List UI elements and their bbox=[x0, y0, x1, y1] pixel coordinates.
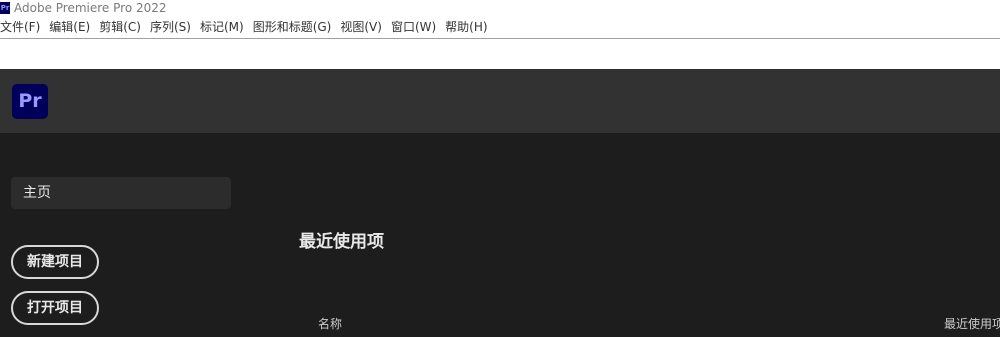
window-titlebar: Pr Adobe Premiere Pro 2022 bbox=[0, 0, 1000, 16]
menu-help[interactable]: 帮助(H) bbox=[445, 17, 487, 37]
menu-sequence[interactable]: 序列(S) bbox=[150, 17, 191, 37]
premiere-app-icon: Pr bbox=[0, 2, 10, 14]
home-header: Pr bbox=[0, 69, 1000, 133]
menu-view[interactable]: 视图(V) bbox=[340, 17, 382, 37]
menu-bar: 文件(F) 编辑(E) 剪辑(C) 序列(S) 标记(M) 图形和标题(G) 视… bbox=[0, 17, 1000, 37]
menu-file[interactable]: 文件(F) bbox=[0, 17, 40, 37]
menu-clip[interactable]: 剪辑(C) bbox=[99, 17, 141, 37]
home-main-panel: 主页 新建项目 打开项目 最近使用项 名称 最近使用项 bbox=[0, 133, 1000, 337]
premiere-logo-icon: Pr bbox=[12, 84, 48, 119]
recent-section-title: 最近使用项 bbox=[299, 232, 384, 252]
sidebar-item-home[interactable]: 主页 bbox=[11, 177, 231, 209]
menu-edit[interactable]: 编辑(E) bbox=[49, 17, 90, 37]
column-header-recent[interactable]: 最近使用项 bbox=[944, 315, 1000, 332]
column-header-name[interactable]: 名称 bbox=[318, 315, 342, 332]
menu-graphics[interactable]: 图形和标题(G) bbox=[253, 17, 332, 37]
menu-markers[interactable]: 标记(M) bbox=[200, 17, 244, 37]
new-project-button[interactable]: 新建项目 bbox=[11, 245, 99, 279]
open-project-button[interactable]: 打开项目 bbox=[11, 291, 99, 325]
menu-window[interactable]: 窗口(W) bbox=[391, 17, 436, 37]
window-title: Adobe Premiere Pro 2022 bbox=[14, 1, 167, 15]
workspace-bar bbox=[0, 39, 1000, 69]
